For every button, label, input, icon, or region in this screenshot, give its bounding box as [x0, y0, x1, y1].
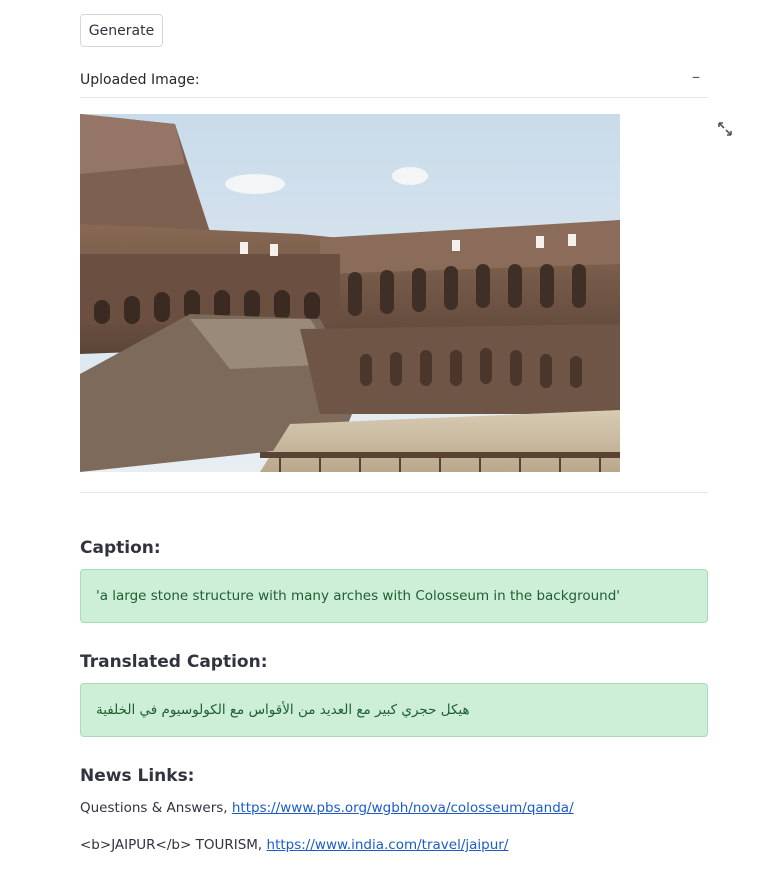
caption-heading: Caption:: [80, 538, 161, 558]
translated-caption-box: هيكل حجري كبير مع العديد من الأقواس مع ا…: [80, 683, 708, 737]
expander-title: Uploaded Image:: [80, 72, 200, 88]
minus-icon[interactable]: –: [692, 67, 700, 86]
caption-text: 'a large stone structure with many arche…: [96, 588, 621, 604]
uploaded-image-expander[interactable]: Uploaded Image: –: [80, 63, 708, 98]
news-link-label: Questions & Answers,: [80, 800, 232, 816]
translated-caption-text: هيكل حجري كبير مع العديد من الأقواس مع ا…: [96, 702, 470, 718]
expander-divider: [80, 492, 708, 493]
translated-caption-heading: Translated Caption:: [80, 652, 268, 672]
news-link-url[interactable]: https://www.india.com/travel/jaipur/: [267, 837, 509, 853]
news-link-url[interactable]: https://www.pbs.org/wgbh/nova/colosseum/…: [232, 800, 574, 816]
caption-box: 'a large stone structure with many arche…: [80, 569, 708, 623]
news-links-heading: News Links:: [80, 766, 195, 786]
news-link-item: <b>JAIPUR</b> TOURISM, https://www.india…: [80, 837, 508, 853]
news-link-item: Questions & Answers, https://www.pbs.org…: [80, 800, 574, 816]
uploaded-image: [80, 114, 620, 472]
generate-button[interactable]: Generate: [80, 14, 163, 47]
news-link-label: <b>JAIPUR</b> TOURISM,: [80, 837, 267, 853]
fullscreen-icon[interactable]: [716, 120, 734, 138]
